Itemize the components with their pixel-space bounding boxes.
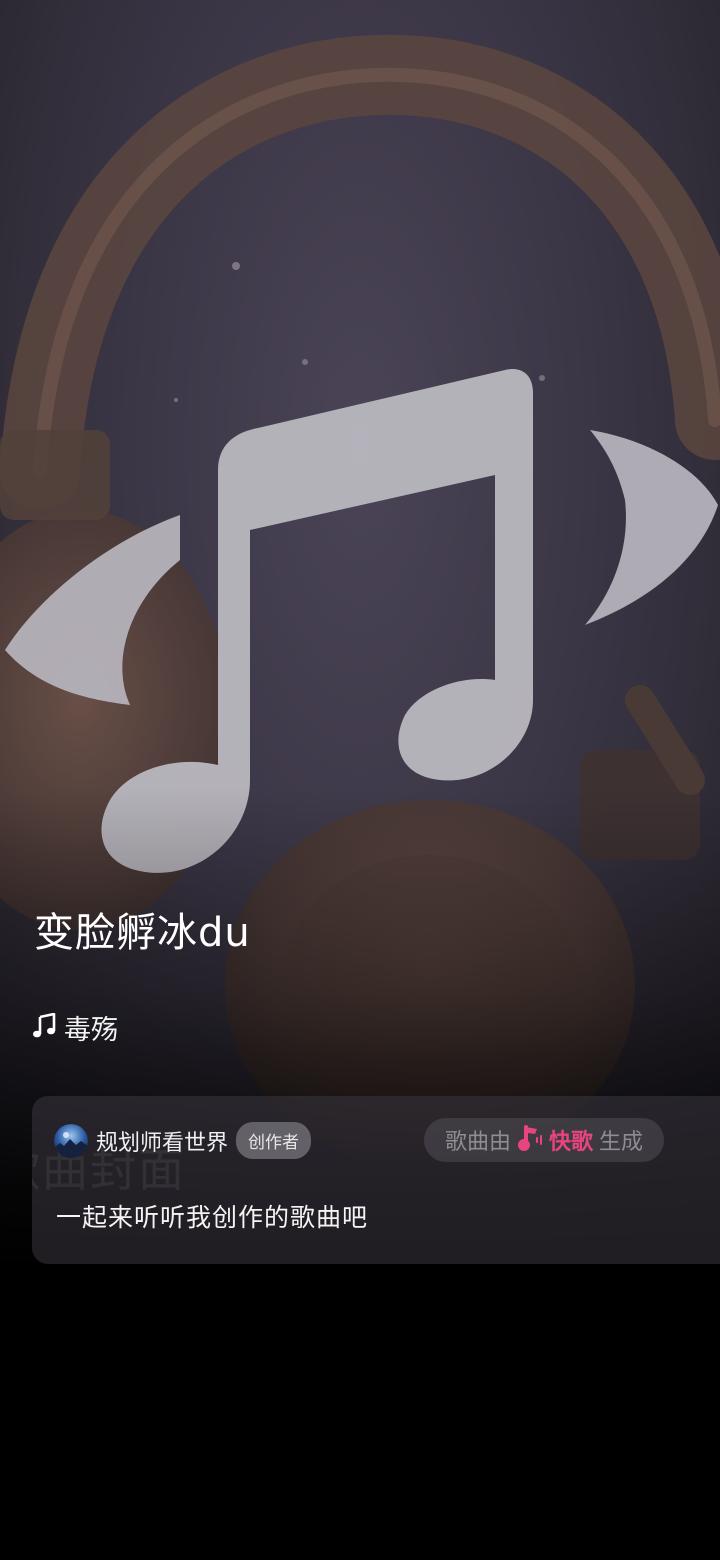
kuaige-logo-icon [517,1123,543,1157]
brand-attribution[interactable]: 歌曲由 快歌 生成 [424,1118,664,1162]
creator-name[interactable]: 规划师看世界 [96,1125,228,1157]
avatar[interactable] [54,1123,88,1158]
music-note-icon [32,1012,56,1043]
creator-caption: 一起来听听我创作的歌曲吧 [56,1203,369,1232]
brand-name: 快歌 [548,1130,593,1155]
creator-row[interactable]: 规划师看世界 创作者 [54,1122,312,1159]
song-share-page: 变脸孵冰du 毒殇 歌曲封面 [0,0,720,1560]
song-meta[interactable]: 毒殇 [32,1008,118,1047]
song-cover-background [0,0,720,1270]
brand-prefix: 歌曲由 [444,1130,511,1155]
song-meta-label: 毒殇 [64,1015,118,1046]
cover-gradient-overlay [0,0,720,1270]
song-title: 变脸孵冰du [34,910,251,956]
creator-badge: 创作者 [236,1122,312,1159]
creator-card: 歌曲封面 规划师看世界 创作者 [32,1096,720,1264]
brand-suffix: 生成 [599,1130,644,1155]
